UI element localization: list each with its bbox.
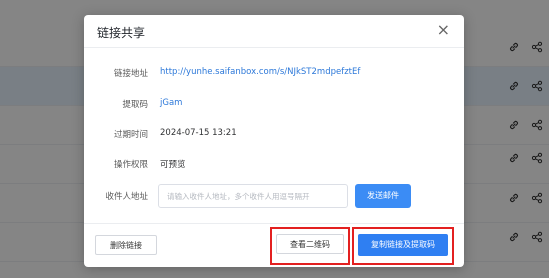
- permission-row: 操作权限 可预览: [84, 155, 464, 175]
- expire-time-label: 过期时间: [113, 130, 148, 140]
- dialog-title: 链接共享: [97, 26, 146, 40]
- extraction-code-value: jGam: [160, 98, 183, 108]
- share-link-dialog: 链接共享 × 链接地址 http://yunhe.saifanbox.com/s…: [84, 15, 464, 267]
- extraction-code-label: 提取码: [122, 100, 148, 110]
- extraction-code-row: 提取码 jGam: [84, 95, 464, 115]
- recipient-label: 收件人地址: [105, 192, 148, 202]
- view-qr-code-button[interactable]: 查看二维码: [276, 234, 344, 254]
- link-address-label: 链接地址: [113, 69, 148, 79]
- permission-label: 操作权限: [113, 160, 148, 170]
- recipient-email-input[interactable]: [158, 184, 348, 208]
- delete-link-button[interactable]: 删除链接: [95, 235, 157, 255]
- expire-time-value: 2024-07-15 13:21: [160, 128, 237, 138]
- copy-link-and-code-button[interactable]: 复制链接及提取码: [358, 234, 448, 256]
- link-address-value[interactable]: http://yunhe.saifanbox.com/s/NJkST2mdpef…: [160, 67, 360, 77]
- dialog-header: 链接共享 ×: [84, 15, 464, 48]
- close-icon[interactable]: ×: [437, 21, 450, 39]
- link-address-row: 链接地址 http://yunhe.saifanbox.com/s/NJkST2…: [84, 64, 464, 84]
- send-email-button[interactable]: 发送邮件: [355, 184, 411, 208]
- footer-divider: [84, 223, 464, 224]
- expire-time-row: 过期时间 2024-07-15 13:21: [84, 125, 464, 145]
- permission-value: 可预览: [160, 160, 186, 170]
